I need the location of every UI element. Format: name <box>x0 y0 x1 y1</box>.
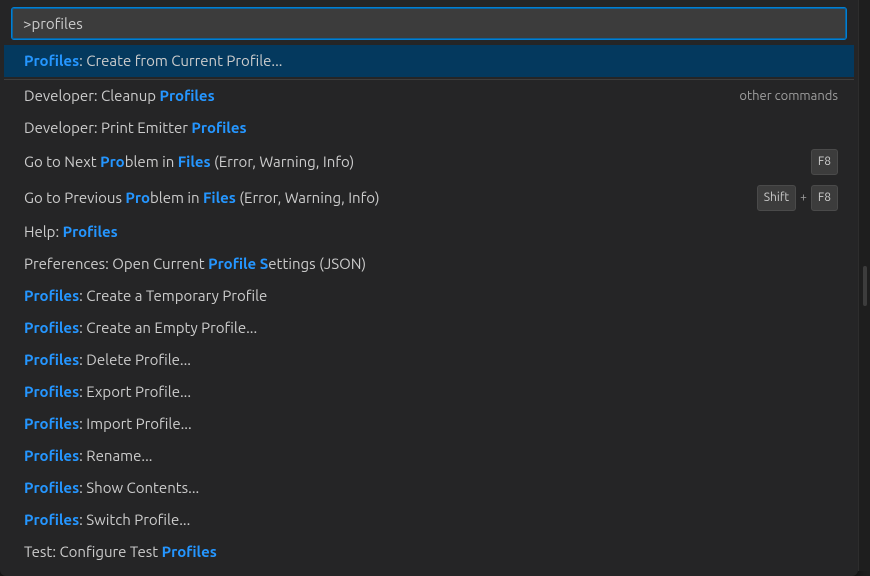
command-item[interactable]: Profiles: Create from Current Profile... <box>4 45 854 77</box>
command-item[interactable]: Profiles: Rename... <box>4 440 854 472</box>
command-item[interactable]: Profiles: Show Contents... <box>4 472 854 504</box>
search-input-wrap <box>4 8 854 45</box>
command-right: other commands <box>739 85 838 107</box>
command-label: Profiles: Create an Empty Profile... <box>24 317 838 339</box>
command-label: Profiles: Switch Profile... <box>24 509 838 531</box>
command-label: Profiles: Export Profile... <box>24 381 838 403</box>
command-item[interactable]: Profiles: Export Profile... <box>4 376 854 408</box>
command-item[interactable]: Go to Next Problem in Files (Error, Warn… <box>4 144 854 180</box>
command-label: Developer: Print Emitter Profiles <box>24 117 838 139</box>
command-item[interactable]: Profiles: Switch Profile... <box>4 504 854 536</box>
command-item[interactable]: Preferences: Open Current Profile Settin… <box>4 248 854 280</box>
command-label: Help: Profiles <box>24 221 838 243</box>
command-label: Preferences: Open Current Profile Settin… <box>24 253 838 275</box>
command-item[interactable]: Profiles: Create an Empty Profile... <box>4 312 854 344</box>
command-label: Test: Configure Test Profiles <box>24 541 838 563</box>
category-label: other commands <box>739 85 838 107</box>
command-item[interactable]: Profiles: Import Profile... <box>4 408 854 440</box>
command-label: Profiles: Import Profile... <box>24 413 838 435</box>
command-label: Go to Next Problem in Files (Error, Warn… <box>24 151 811 173</box>
keybinding: F8 <box>811 149 838 175</box>
command-search-input[interactable] <box>12 8 846 39</box>
command-right: Shift+F8 <box>757 185 838 211</box>
command-label: Profiles: Delete Profile... <box>24 349 838 371</box>
command-label: Go to Previous Problem in Files (Error, … <box>24 187 757 209</box>
command-list: Profiles: Create from Current Profile...… <box>4 45 854 568</box>
command-item[interactable]: Profiles: Create a Temporary Profile <box>4 280 854 312</box>
command-item[interactable]: Developer: Print Emitter Profiles <box>4 112 854 144</box>
command-label: Profiles: Rename... <box>24 445 838 467</box>
key: Shift <box>757 185 796 211</box>
key: F8 <box>811 185 838 211</box>
command-item[interactable]: Help: Profiles <box>4 216 854 248</box>
command-palette: Profiles: Create from Current Profile...… <box>0 0 858 576</box>
command-label: Developer: Cleanup Profiles <box>24 85 739 107</box>
command-label: Profiles: Show Contents... <box>24 477 838 499</box>
minimap-edge <box>858 0 870 571</box>
key: F8 <box>811 149 838 175</box>
command-label: Profiles: Create a Temporary Profile <box>24 285 838 307</box>
command-right: F8 <box>811 149 838 175</box>
command-label: Profiles: Create from Current Profile... <box>24 50 838 72</box>
keybinding: Shift+F8 <box>757 185 838 211</box>
command-item[interactable]: Developer: Cleanup Profilesother command… <box>4 80 854 112</box>
command-item[interactable]: Test: Configure Test Profiles <box>4 536 854 568</box>
command-item[interactable]: Go to Previous Problem in Files (Error, … <box>4 180 854 216</box>
command-item[interactable]: Profiles: Delete Profile... <box>4 344 854 376</box>
